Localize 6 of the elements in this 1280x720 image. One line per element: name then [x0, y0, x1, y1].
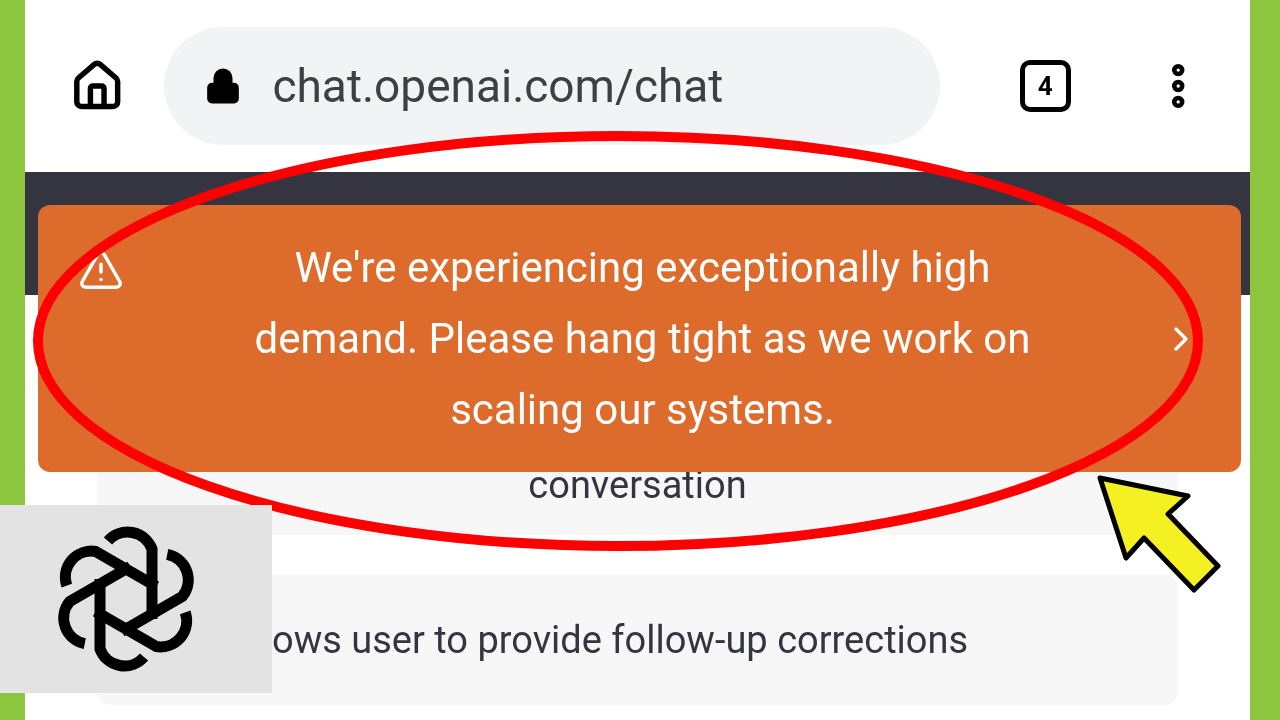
address-bar[interactable]: chat.openai.com/chat — [164, 27, 940, 145]
card-text: ows user to provide follow-up corrections — [272, 616, 969, 664]
banner-message: We're experiencing exceptionally high demand. Please hang tight as we work on scaling our systems. — [253, 242, 1032, 436]
card-text: conversation — [528, 461, 747, 509]
tab-count-button[interactable]: 4 — [1019, 60, 1071, 112]
url-text: chat.openai.com/chat — [272, 57, 724, 115]
